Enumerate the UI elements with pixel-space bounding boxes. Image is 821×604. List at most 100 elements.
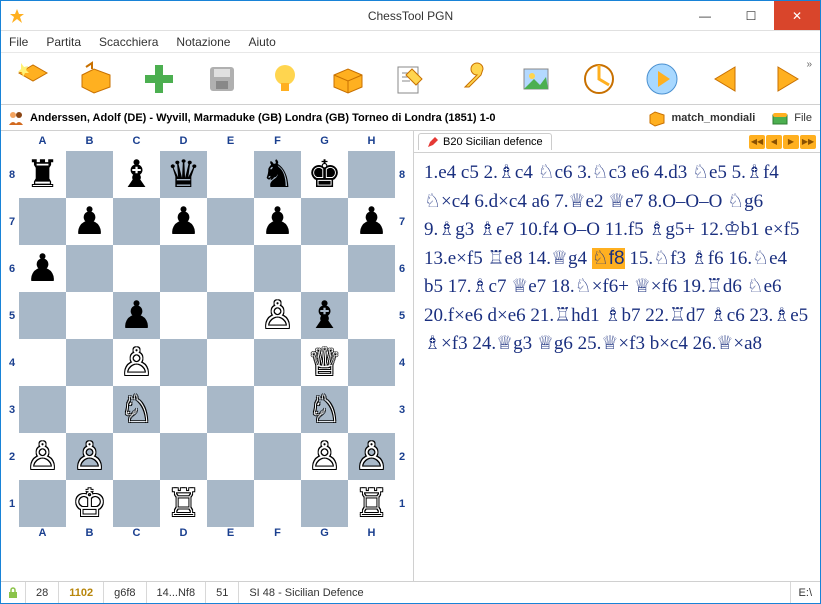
square[interactable] (207, 292, 254, 339)
piece[interactable]: ♟ (166, 203, 200, 241)
piece[interactable]: ♝ (307, 297, 341, 335)
piece[interactable]: ♝ (119, 156, 153, 194)
new-file-button[interactable] (13, 58, 54, 100)
square[interactable]: ♟ (254, 198, 301, 245)
square[interactable] (254, 433, 301, 480)
maximize-button[interactable]: ☐ (728, 1, 774, 30)
piece[interactable]: ♕ (307, 344, 341, 382)
square[interactable] (66, 292, 113, 339)
piece[interactable]: ♜ (25, 156, 59, 194)
piece[interactable]: ♚ (307, 156, 341, 194)
square[interactable]: ♙ (301, 433, 348, 480)
chessboard[interactable]: 87654321 ♜♝♛♞♚♟♟♟♟♟♟♙♝♙♕♘♘♙♙♙♙♔♖♖ 876543… (5, 151, 413, 527)
open-file-button[interactable] (76, 58, 117, 100)
wrench-button[interactable] (453, 58, 494, 100)
square[interactable]: ♛ (160, 151, 207, 198)
square[interactable] (160, 245, 207, 292)
square[interactable] (254, 386, 301, 433)
square[interactable] (254, 339, 301, 386)
square[interactable] (348, 151, 395, 198)
piece[interactable]: ♟ (25, 250, 59, 288)
square[interactable] (207, 151, 254, 198)
square[interactable] (19, 198, 66, 245)
square[interactable] (160, 386, 207, 433)
square[interactable] (66, 386, 113, 433)
square[interactable]: ♜ (19, 151, 66, 198)
square[interactable]: ♟ (160, 198, 207, 245)
square[interactable] (160, 339, 207, 386)
square[interactable]: ♘ (113, 386, 160, 433)
nav-last-button[interactable]: ▶▶ (800, 135, 816, 149)
save-button[interactable] (202, 58, 243, 100)
menu-aiuto[interactable]: Aiuto (248, 35, 275, 49)
close-button[interactable]: ✕ (774, 1, 820, 30)
play-button[interactable] (641, 58, 682, 100)
square[interactable] (207, 245, 254, 292)
square[interactable] (160, 292, 207, 339)
square[interactable] (66, 339, 113, 386)
piece[interactable]: ♖ (354, 485, 388, 523)
piece[interactable]: ♟ (354, 203, 388, 241)
square[interactable] (348, 386, 395, 433)
nav-first-button[interactable]: ◀◀ (749, 135, 765, 149)
board-squares[interactable]: ♜♝♛♞♚♟♟♟♟♟♟♙♝♙♕♘♘♙♙♙♙♔♖♖ (19, 151, 395, 527)
square[interactable]: ♙ (66, 433, 113, 480)
square[interactable]: ♘ (301, 386, 348, 433)
piece[interactable]: ♙ (25, 438, 59, 476)
next-button[interactable] (767, 58, 808, 100)
square[interactable] (19, 386, 66, 433)
piece[interactable]: ♟ (260, 203, 294, 241)
edit-button[interactable] (390, 58, 431, 100)
square[interactable]: ♝ (113, 151, 160, 198)
menu-scacchiera[interactable]: Scacchiera (99, 35, 158, 49)
square[interactable] (19, 339, 66, 386)
square[interactable] (254, 245, 301, 292)
minimize-button[interactable]: — (682, 1, 728, 30)
square[interactable] (113, 480, 160, 527)
square[interactable] (113, 245, 160, 292)
square[interactable]: ♚ (301, 151, 348, 198)
square[interactable]: ♖ (160, 480, 207, 527)
square[interactable] (301, 480, 348, 527)
square[interactable]: ♟ (66, 198, 113, 245)
square[interactable] (254, 480, 301, 527)
piece[interactable]: ♞ (260, 156, 294, 194)
menu-notazione[interactable]: Notazione (176, 35, 230, 49)
square[interactable] (66, 151, 113, 198)
square[interactable] (19, 480, 66, 527)
square[interactable] (66, 245, 113, 292)
square[interactable]: ♙ (113, 339, 160, 386)
piece[interactable]: ♙ (307, 438, 341, 476)
square[interactable] (207, 339, 254, 386)
square[interactable]: ♝ (301, 292, 348, 339)
square[interactable]: ♖ (348, 480, 395, 527)
square[interactable] (19, 292, 66, 339)
piece[interactable]: ♔ (72, 485, 106, 523)
square[interactable] (207, 433, 254, 480)
toolbar-overflow-icon[interactable]: » (806, 59, 812, 70)
square[interactable]: ♟ (113, 292, 160, 339)
moves-text[interactable]: 1.e4 c5 2.♗c4 ♘c6 3.♘c3 e6 4.d3 ♘e5 5.♗f… (414, 153, 820, 581)
opening-tab[interactable]: B20 Sicilian defence (418, 133, 552, 150)
square[interactable] (348, 245, 395, 292)
square[interactable] (348, 339, 395, 386)
piece[interactable]: ♙ (260, 297, 294, 335)
piece[interactable]: ♙ (119, 344, 153, 382)
square[interactable]: ♙ (348, 433, 395, 480)
square[interactable] (160, 433, 207, 480)
piece[interactable]: ♘ (307, 391, 341, 429)
square[interactable]: ♕ (301, 339, 348, 386)
menu-partita[interactable]: Partita (46, 35, 81, 49)
piece[interactable]: ♟ (72, 203, 106, 241)
piece[interactable]: ♘ (119, 391, 153, 429)
square[interactable] (207, 198, 254, 245)
square[interactable]: ♟ (348, 198, 395, 245)
square[interactable] (113, 198, 160, 245)
piece[interactable]: ♛ (166, 156, 200, 194)
file-corner[interactable]: File (763, 109, 820, 127)
add-button[interactable] (139, 58, 180, 100)
database-tab[interactable]: match_mondiali (640, 109, 764, 127)
square[interactable]: ♞ (254, 151, 301, 198)
square[interactable] (207, 386, 254, 433)
square[interactable] (348, 292, 395, 339)
